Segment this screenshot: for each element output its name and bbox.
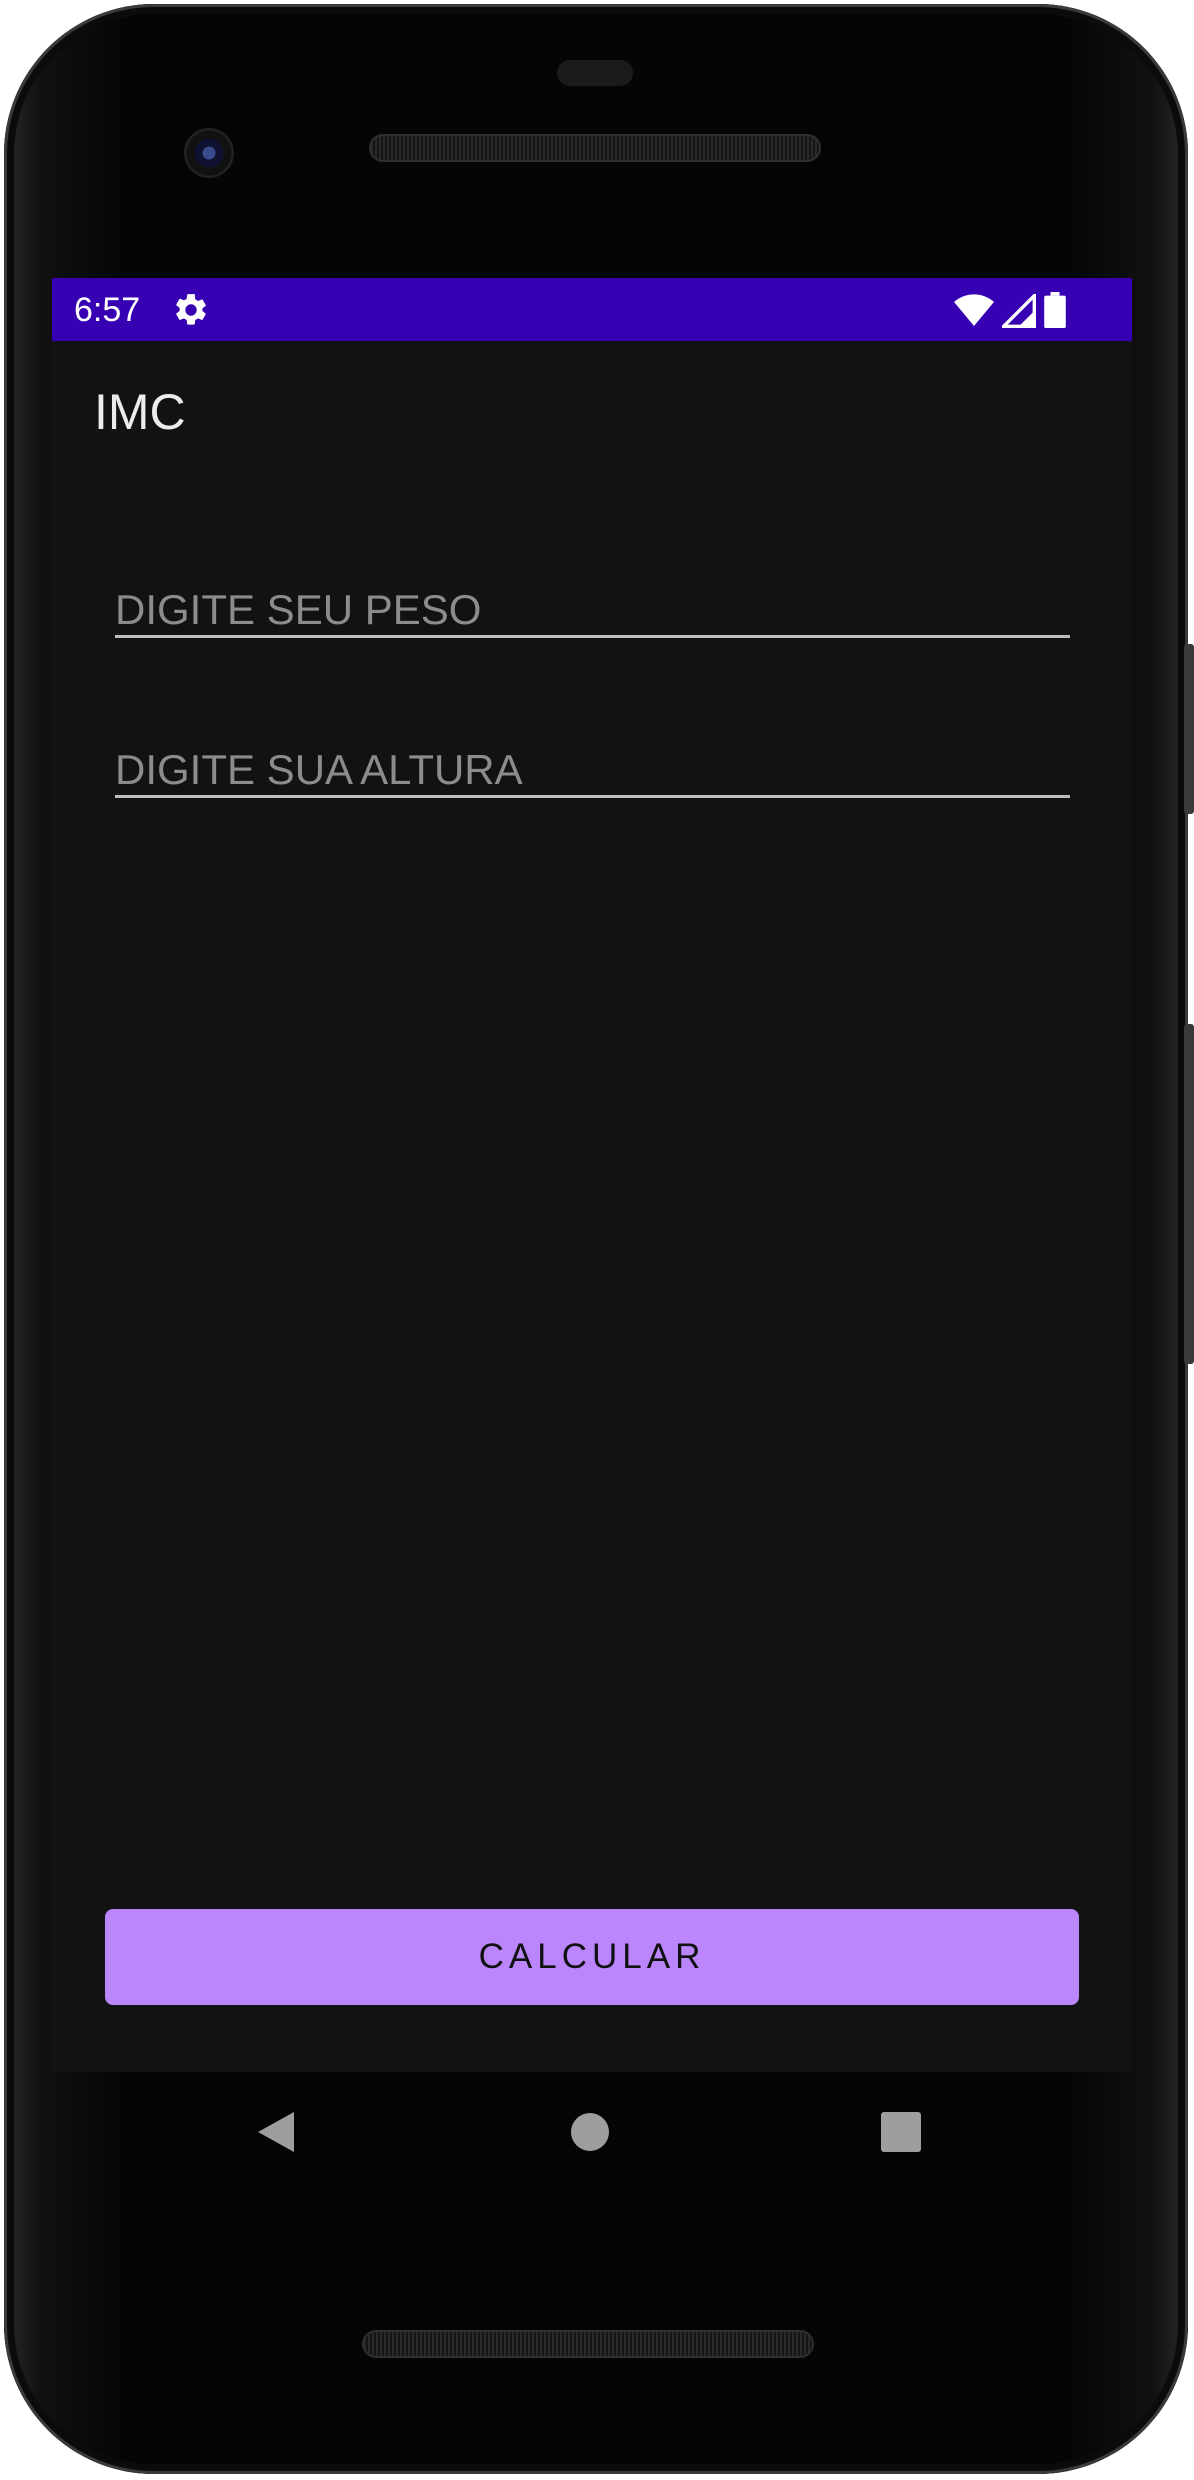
proximity-sensor bbox=[557, 60, 633, 86]
gear-icon bbox=[176, 294, 206, 325]
back-icon[interactable] bbox=[256, 2110, 296, 2154]
top-speaker bbox=[369, 134, 821, 162]
recents-icon[interactable] bbox=[881, 2112, 921, 2152]
height-field[interactable] bbox=[115, 728, 1070, 803]
weight-field[interactable] bbox=[115, 568, 1070, 643]
status-time: 6:57 bbox=[74, 291, 141, 329]
height-input[interactable] bbox=[115, 728, 1070, 803]
navigation-bar bbox=[52, 2072, 1132, 2202]
calculate-button-label: CALCULAR bbox=[478, 1937, 706, 1976]
home-icon[interactable] bbox=[570, 2112, 610, 2152]
calculate-button[interactable]: CALCULAR bbox=[105, 1909, 1079, 2005]
app-screen: 6:57 IMC CALCULAR bbox=[52, 278, 1132, 2072]
bottom-speaker bbox=[362, 2330, 814, 2358]
weight-input[interactable] bbox=[115, 568, 1070, 643]
volume-button bbox=[1184, 1024, 1194, 1364]
battery-icon bbox=[1044, 292, 1066, 328]
app-title: IMC bbox=[94, 384, 186, 440]
status-icons bbox=[954, 292, 1066, 328]
front-camera-icon bbox=[184, 128, 234, 178]
cell-signal-icon bbox=[1002, 294, 1036, 328]
power-button bbox=[1184, 644, 1194, 814]
wifi-icon bbox=[954, 294, 994, 326]
status-bar: 6:57 bbox=[52, 278, 1132, 341]
